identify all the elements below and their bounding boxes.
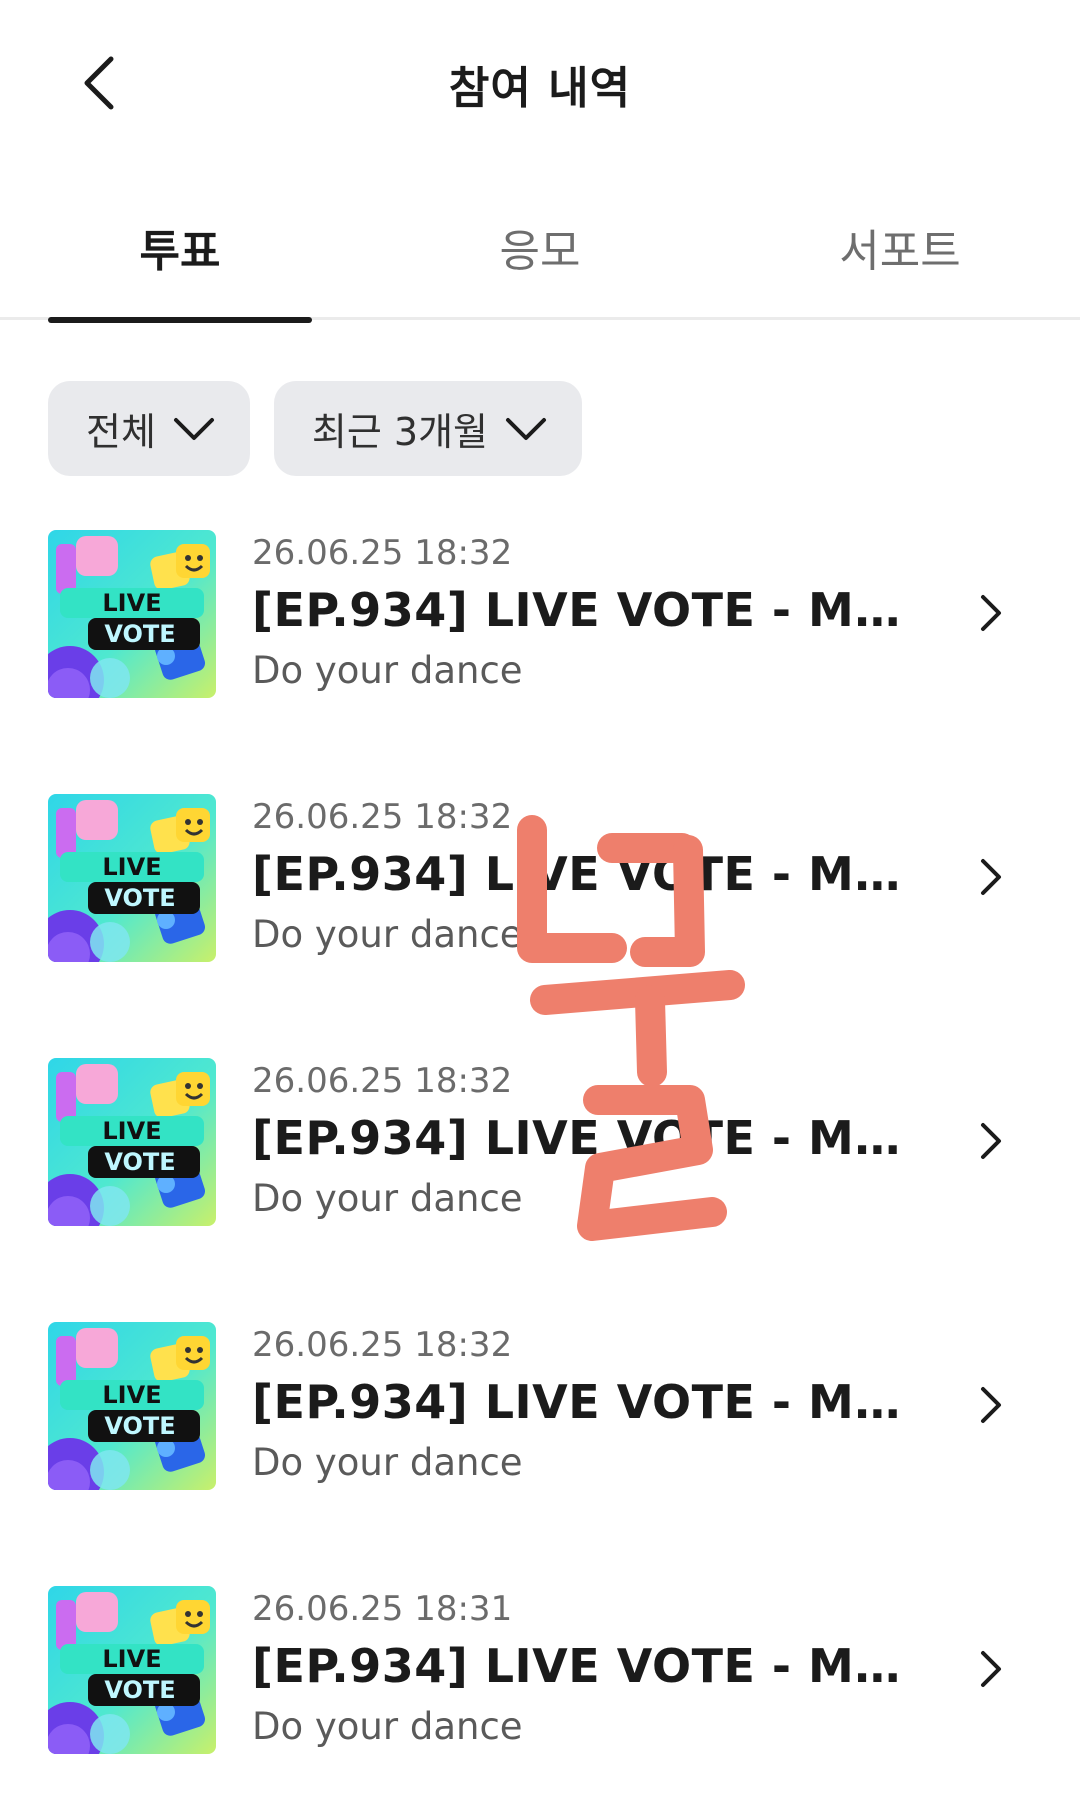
svg-text:VOTE: VOTE [104, 1676, 175, 1704]
top-bar: 참여 내역 [0, 0, 1080, 170]
participation-list: LIVE VOTE 26.06.25 18:32 [EP.934] LIVE V… [0, 530, 1080, 1806]
tab-label: 투표 [139, 226, 221, 277]
chevron-right-icon [966, 1380, 1016, 1430]
chevron-right-icon [966, 1116, 1016, 1166]
item-text-block: 26.06.25 18:32 [EP.934] LIVE VOTE - M CO… [252, 1058, 912, 1224]
item-subtitle: Do your dance [252, 913, 523, 956]
chevron-right-icon [966, 588, 1016, 638]
vote-thumbnail: LIVE VOTE [48, 1586, 216, 1754]
vote-thumbnail: LIVE VOTE [48, 530, 216, 698]
vote-thumbnail: LIVE VOTE [48, 794, 216, 962]
category-filter-dropdown[interactable]: 전체 [48, 381, 250, 476]
list-item[interactable]: LIVE VOTE 26.06.25 18:31 [EP.934] LIVE V… [0, 1586, 1080, 1806]
vote-thumbnail: LIVE VOTE [48, 1322, 216, 1490]
active-tab-indicator [48, 317, 312, 323]
list-item[interactable]: LIVE VOTE 26.06.25 18:32 [EP.934] LIVE V… [0, 1322, 1080, 1586]
item-date: 26.06.25 18:31 [252, 1589, 513, 1629]
tab-label: 서포트 [839, 226, 961, 277]
list-item[interactable]: LIVE VOTE 26.06.25 18:32 [EP.934] LIVE V… [0, 1058, 1080, 1322]
item-text-block: 26.06.25 18:32 [EP.934] LIVE VOTE - M CO… [252, 794, 912, 960]
item-title: [EP.934] LIVE VOTE - M COUNTDOWN [252, 1639, 912, 1693]
item-title: [EP.934] LIVE VOTE - M COUNTDOWN [252, 1111, 912, 1165]
svg-text:LIVE: LIVE [102, 1645, 161, 1673]
chevron-down-icon [504, 414, 548, 444]
page-title: 참여 내역 [448, 63, 632, 114]
item-subtitle: Do your dance [252, 1705, 523, 1748]
item-text-block: 26.06.25 18:31 [EP.934] LIVE VOTE - M CO… [252, 1586, 912, 1752]
tab-label: 응모 [499, 226, 581, 277]
chevron-right-icon [966, 852, 1016, 902]
svg-text:VOTE: VOTE [104, 1148, 175, 1176]
item-title: [EP.934] LIVE VOTE - M COUNTDOWN [252, 583, 912, 637]
item-date: 26.06.25 18:32 [252, 533, 513, 573]
item-date: 26.06.25 18:32 [252, 1061, 513, 1101]
filter-row: 전체 최근 3개월 [48, 381, 583, 476]
tab-support[interactable]: 서포트 [720, 195, 1080, 320]
item-title: [EP.934] LIVE VOTE - M COUNTDOWN [252, 1375, 912, 1429]
vote-thumbnail: LIVE VOTE [48, 1058, 216, 1226]
item-text-block: 26.06.25 18:32 [EP.934] LIVE VOTE - M CO… [252, 1322, 912, 1488]
svg-text:VOTE: VOTE [104, 620, 175, 648]
period-filter-dropdown[interactable]: 최근 3개월 [273, 381, 583, 476]
filter-label: 최근 3개월 [311, 410, 489, 454]
tab-bar: 투표 응모 서포트 [0, 195, 1080, 323]
svg-text:VOTE: VOTE [104, 884, 175, 912]
tab-entry[interactable]: 응모 [360, 195, 720, 320]
filter-label: 전체 [86, 410, 156, 454]
item-date: 26.06.25 18:32 [252, 797, 513, 837]
item-subtitle: Do your dance [252, 649, 523, 692]
svg-text:LIVE: LIVE [102, 853, 161, 881]
svg-text:LIVE: LIVE [102, 1117, 161, 1145]
svg-text:LIVE: LIVE [102, 589, 161, 617]
chevron-down-icon [172, 414, 216, 444]
item-date: 26.06.25 18:32 [252, 1325, 513, 1365]
list-item[interactable]: LIVE VOTE 26.06.25 18:32 [EP.934] LIVE V… [0, 794, 1080, 1058]
svg-text:LIVE: LIVE [102, 1381, 161, 1409]
svg-text:VOTE: VOTE [104, 1412, 175, 1440]
chevron-right-icon [966, 1644, 1016, 1694]
item-subtitle: Do your dance [252, 1441, 523, 1484]
item-subtitle: Do your dance [252, 1177, 523, 1220]
item-title: [EP.934] LIVE VOTE - M COUNTDOWN [252, 847, 912, 901]
list-item[interactable]: LIVE VOTE 26.06.25 18:32 [EP.934] LIVE V… [0, 530, 1080, 794]
tab-vote[interactable]: 투표 [0, 195, 360, 323]
item-text-block: 26.06.25 18:32 [EP.934] LIVE VOTE - M CO… [252, 530, 912, 696]
